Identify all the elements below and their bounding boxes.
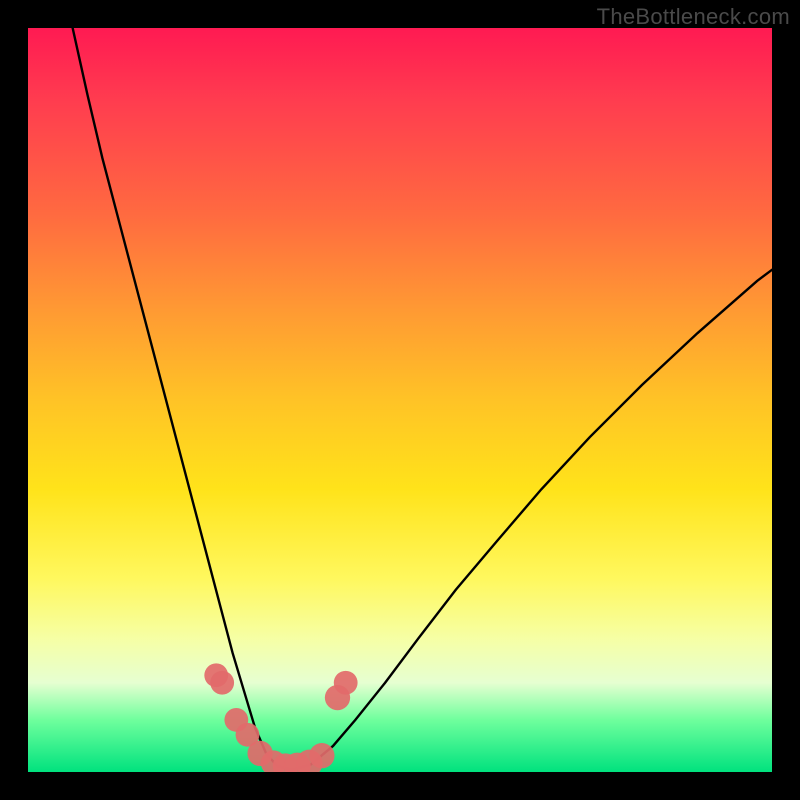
watermark-text: TheBottleneck.com [597,4,790,30]
curve-svg [28,28,772,772]
curve-marker [210,671,234,695]
curve-markers [204,663,357,772]
plot-area [28,28,772,772]
curve-marker [309,743,334,768]
bottleneck-curve [73,28,772,770]
chart-frame: TheBottleneck.com [0,0,800,800]
curve-marker [334,671,358,695]
